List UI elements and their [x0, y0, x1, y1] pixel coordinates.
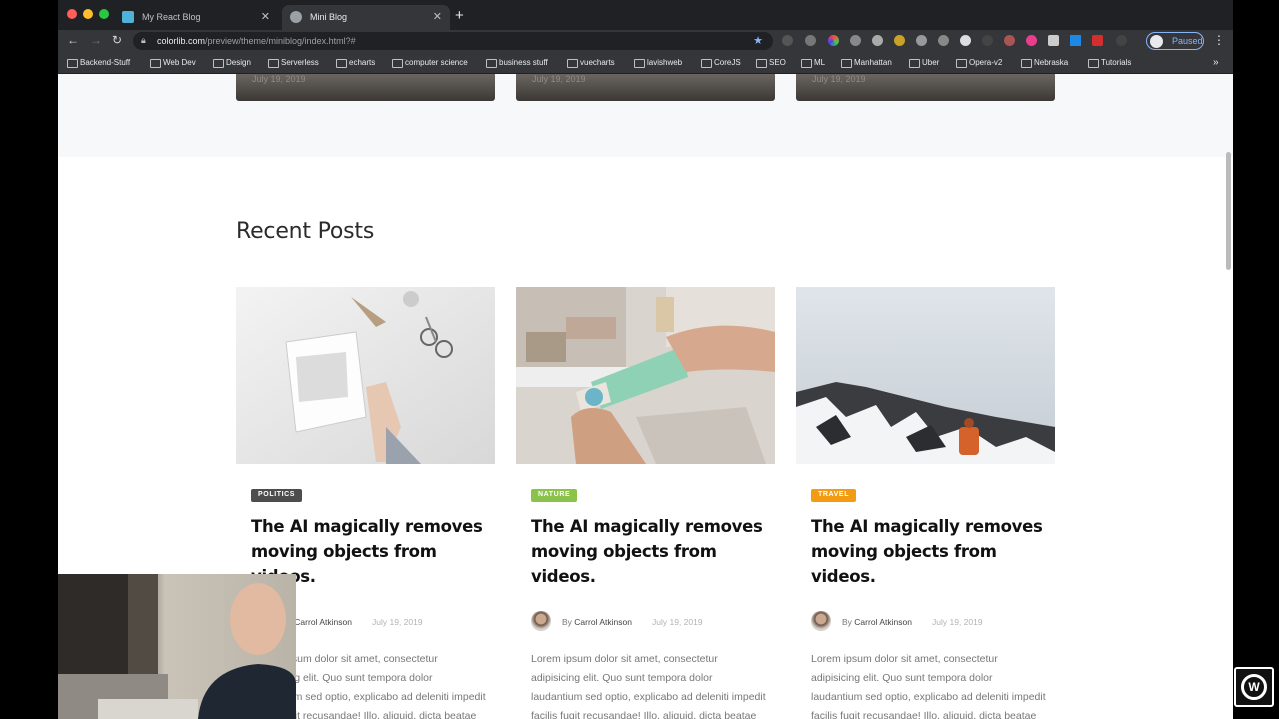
extension-icon[interactable] [872, 35, 883, 46]
close-window-icon[interactable] [67, 9, 77, 19]
extension-icon[interactable] [1116, 35, 1127, 46]
address-bar[interactable]: 🔒︎ colorlib.com/preview/theme/miniblog/i… [133, 32, 773, 50]
category-badge[interactable]: POLITICS [251, 489, 303, 502]
post-excerpt: Lorem ipsum dolor sit amet, consectetur … [811, 653, 1046, 719]
extension-icon[interactable] [1004, 35, 1015, 46]
bookmark-folder[interactable]: CoreJS [701, 58, 741, 68]
webcam-overlay [58, 574, 296, 719]
profile-avatar-icon [1150, 35, 1163, 48]
bookmark-folder[interactable]: Nebraska [1021, 58, 1068, 68]
author-avatar [531, 611, 551, 631]
tab-title: My React Blog [142, 12, 201, 22]
extension-icon[interactable] [1026, 35, 1037, 46]
react-favicon-icon [122, 11, 134, 23]
post-image[interactable] [236, 287, 495, 464]
extension-icon[interactable] [982, 35, 993, 46]
reload-icon[interactable]: ↻ [112, 33, 122, 47]
post-date: July 19, 2019 [372, 617, 423, 627]
featured-card[interactable]: July 19, 2019 [516, 74, 775, 101]
post-title[interactable]: The AI magically removes moving objects … [531, 514, 771, 589]
post-date: July 19, 2019 [532, 74, 586, 84]
bookmark-folder[interactable]: computer science [392, 58, 468, 68]
post-date: July 19, 2019 [652, 617, 703, 627]
post-title[interactable]: The AI magically removes moving objects … [811, 514, 1051, 589]
letterbox-right [1233, 0, 1279, 719]
close-tab-icon[interactable]: ✕ [433, 10, 442, 23]
clock-icon[interactable] [960, 35, 971, 46]
back-icon[interactable]: ← [67, 33, 79, 47]
bookmark-folder[interactable]: ML [801, 58, 825, 68]
bookmark-folder[interactable]: Serverless [268, 58, 319, 68]
author-byline[interactable]: By Carrol Atkinson [842, 617, 912, 627]
author-byline[interactable]: By Carrol Atkinson [562, 617, 632, 627]
featured-card[interactable]: July 19, 2019 [236, 74, 495, 101]
bookmark-folder[interactable]: Backend-Stuff [67, 58, 130, 68]
extension-icon[interactable] [938, 35, 949, 46]
channel-logo: W [1234, 667, 1274, 707]
bookmark-folder[interactable]: vuecharts [567, 58, 615, 68]
bookmark-folder[interactable]: Opera-v2 [956, 58, 1002, 68]
color-picker-icon[interactable] [828, 35, 839, 46]
featured-card[interactable]: July 19, 2019 [796, 74, 1055, 101]
new-tab-icon[interactable]: + [455, 7, 464, 24]
close-tab-icon[interactable]: ✕ [261, 10, 270, 23]
post-card[interactable]: NATURE The AI magically removes moving o… [516, 287, 775, 719]
bookmarks-bar: Backend-Stuff Web Dev Design Serverless … [58, 52, 1233, 74]
category-badge[interactable]: NATURE [531, 489, 578, 502]
featured-section: July 19, 2019 July 19, 2019 July 19, 201… [58, 74, 1233, 157]
bookmark-folder[interactable]: SEO [756, 58, 786, 68]
extension-icon[interactable] [850, 35, 861, 46]
url-text: colorlib.com/preview/theme/miniblog/inde… [157, 36, 356, 46]
extension-icon[interactable] [894, 35, 905, 46]
section-title: Recent Posts [236, 219, 375, 244]
page-scrollbar[interactable] [1226, 152, 1231, 270]
globe-favicon-icon [290, 11, 302, 23]
bookmark-star-icon[interactable]: ★ [753, 34, 763, 47]
post-image[interactable] [796, 287, 1055, 464]
profile-button[interactable]: Paused [1146, 32, 1204, 50]
tab-mini-blog[interactable]: Mini Blog ✕ [282, 5, 450, 30]
bookmark-folder[interactable]: business stuff [486, 58, 548, 68]
post-card[interactable]: TRAVEL The AI magically removes moving o… [796, 287, 1055, 719]
category-badge[interactable]: TRAVEL [811, 489, 857, 502]
extension-icon[interactable] [1070, 35, 1081, 46]
post-date: July 19, 2019 [932, 617, 983, 627]
extension-icon[interactable] [1048, 35, 1059, 46]
bookmark-folder[interactable]: Manhattan [841, 58, 892, 68]
bookmark-folder[interactable]: Design [213, 58, 251, 68]
tab-title: Mini Blog [310, 12, 348, 22]
post-image[interactable] [516, 287, 775, 464]
lock-icon: 🔒︎ [141, 35, 146, 45]
post-meta: By Carrol Atkinson July 19, 2019 [811, 611, 1055, 631]
profile-label: Paused [1172, 36, 1203, 46]
maximize-window-icon[interactable] [99, 9, 109, 19]
tab-my-react-blog[interactable]: My React Blog ✕ [114, 5, 278, 30]
extension-icon[interactable] [1092, 35, 1103, 46]
tab-bar: My React Blog ✕ Mini Blog ✕ + [58, 0, 1233, 30]
bookmark-folder[interactable]: echarts [336, 58, 375, 68]
bookmark-folder[interactable]: Web Dev [150, 58, 196, 68]
extension-icon[interactable] [916, 35, 927, 46]
post-date: July 19, 2019 [812, 74, 866, 84]
minimize-window-icon[interactable] [83, 9, 93, 19]
author-avatar [811, 611, 831, 631]
bookmark-folder[interactable]: Tutorials [1088, 58, 1131, 68]
bookmark-folder[interactable]: Uber [909, 58, 939, 68]
post-meta: By Carrol Atkinson July 19, 2019 [531, 611, 775, 631]
forward-icon[interactable]: → [90, 33, 102, 47]
browser-menu-icon[interactable]: ⋮ [1213, 33, 1225, 47]
browser-toolbar: ← → ↻ 🔒︎ colorlib.com/preview/theme/mini… [58, 30, 1233, 52]
extension-icon[interactable] [782, 35, 793, 46]
logo-mark-icon: W [1241, 674, 1267, 700]
letterbox-left [0, 0, 58, 719]
extension-icon[interactable] [805, 35, 816, 46]
post-date: July 19, 2019 [252, 74, 306, 84]
bookmark-folder[interactable]: lavishweb [634, 58, 682, 68]
more-bookmarks-icon[interactable]: » [1213, 57, 1219, 68]
post-excerpt: Lorem ipsum dolor sit amet, consectetur … [531, 653, 766, 719]
